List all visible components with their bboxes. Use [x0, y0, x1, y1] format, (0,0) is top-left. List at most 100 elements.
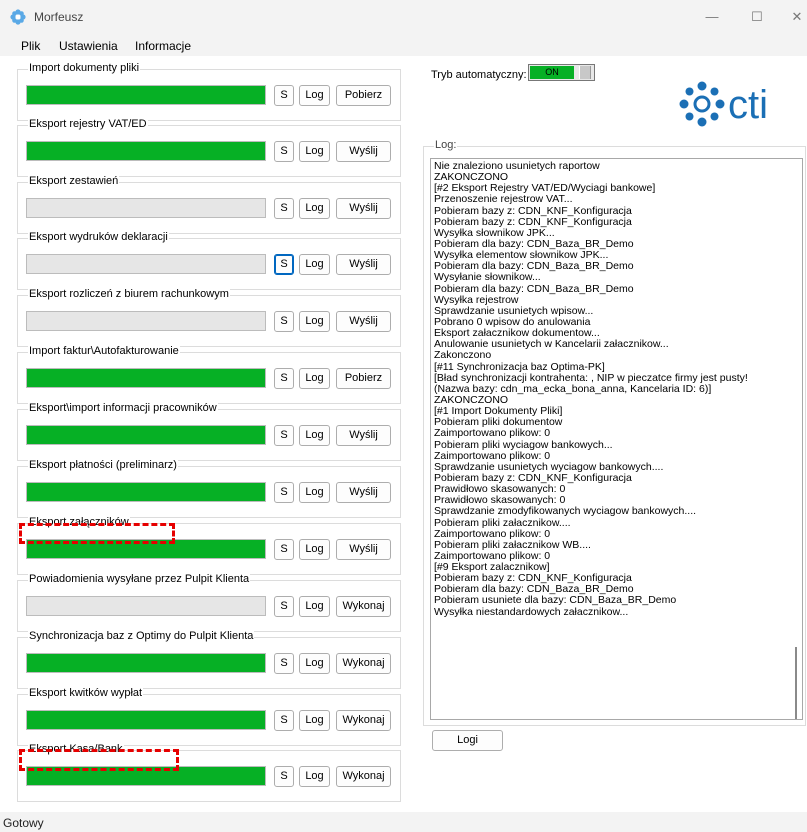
log-button[interactable]: Log	[299, 368, 330, 389]
log-line: Zaimportowano plikow: 0	[434, 427, 551, 440]
log-button[interactable]: Log	[299, 311, 330, 332]
log-button[interactable]: Log	[299, 254, 330, 275]
cti-logo: cti	[676, 78, 807, 130]
logi-button[interactable]: Logi	[432, 730, 503, 751]
action-button[interactable]: Wyślij	[336, 254, 391, 275]
settings-s-button[interactable]: S	[274, 85, 294, 106]
toggle-knob[interactable]	[579, 66, 591, 79]
annotation-highlight-zalacznikow	[19, 523, 175, 544]
log-scroll-thumb[interactable]	[795, 647, 797, 719]
log-button[interactable]: Log	[299, 141, 330, 162]
log-line: Pobieram pliki wyciagow bankowych...	[434, 438, 613, 451]
auto-mode-label: Tryb automatyczny:	[431, 69, 527, 81]
task-group: Powiadomienia wysyłane przez Pulpit Klie…	[17, 573, 401, 632]
task-group-label: Powiadomienia wysyłane przez Pulpit Klie…	[28, 573, 251, 585]
log-line: [#11 Synchronizacja baz Optima-PK]	[434, 360, 605, 373]
log-line: Pobieram pliki załacznikow....	[434, 516, 571, 529]
task-group-label: Import faktur\Autofakturowanie	[28, 345, 180, 357]
task-group: Eksport kwitków wypłat S Log Wykonaj	[17, 687, 401, 746]
progress-bar	[26, 198, 266, 218]
log-button[interactable]: Log	[299, 198, 330, 219]
action-button[interactable]: Wykonaj	[336, 596, 391, 617]
progress-bar	[26, 710, 266, 730]
log-line: Wysyłanie słownikow...	[434, 271, 541, 284]
action-button[interactable]: Wyślij	[336, 198, 391, 219]
log-button[interactable]: Log	[299, 766, 330, 787]
toggle-on-label: ON	[530, 66, 574, 79]
task-group: Import dokumenty pliki S Log Pobierz	[17, 62, 401, 121]
progress-bar	[26, 85, 266, 105]
auto-mode-toggle[interactable]: ON	[528, 64, 595, 81]
maximize-button[interactable]: ☐	[742, 6, 772, 28]
task-group-label: Eksport rejestry VAT/ED	[28, 118, 148, 130]
menu-ustawienia[interactable]: Ustawienia	[59, 39, 118, 53]
action-button[interactable]: Wyślij	[336, 425, 391, 446]
log-line: Sprawdzanie zmodyfikowanych wyciagow ban…	[434, 505, 697, 518]
action-button[interactable]: Wykonaj	[336, 766, 391, 787]
task-group-label: Eksport zestawień	[28, 175, 120, 187]
action-button[interactable]: Wyślij	[336, 311, 391, 332]
log-textbox[interactable]: Nie znaleziono usunietych raportow ZAKONC…	[430, 158, 803, 720]
settings-s-button[interactable]: S	[274, 311, 294, 332]
settings-s-button[interactable]: S	[274, 141, 294, 162]
log-button[interactable]: Log	[299, 85, 330, 106]
status-text: Gotowy	[3, 816, 44, 830]
action-button[interactable]: Wyślij	[336, 539, 391, 560]
log-scrollbar[interactable]	[792, 161, 800, 719]
log-lines: Nie znaleziono usunietych raportow ZAKONC…	[434, 160, 786, 618]
action-button[interactable]: Wyślij	[336, 482, 391, 503]
title-bar	[0, 0, 807, 34]
task-group-label: Eksport\import informacji pracowników	[28, 402, 218, 414]
log-line: Wysyłka niestandardowych załacznikow...	[434, 605, 629, 618]
progress-bar	[26, 596, 266, 616]
task-group-label: Import dokumenty pliki	[28, 62, 141, 74]
log-button[interactable]: Log	[299, 710, 330, 731]
task-group: Eksport rejestry VAT/ED S Log Wyślij	[17, 118, 401, 177]
log-button[interactable]: Log	[299, 539, 330, 560]
annotation-highlight-kasa-bank	[19, 749, 179, 771]
progress-bar	[26, 141, 266, 161]
log-line: Pobieram usuniete dla bazy: CDN_Baza_BR_…	[434, 594, 677, 607]
log-button[interactable]: Log	[299, 482, 330, 503]
action-button[interactable]: Pobierz	[336, 85, 391, 106]
task-group-label: Synchronizacja baz z Optimy do Pulpit Kl…	[28, 630, 255, 642]
settings-s-button[interactable]: S	[274, 254, 294, 275]
settings-s-button[interactable]: S	[274, 482, 294, 503]
settings-s-button[interactable]: S	[274, 710, 294, 731]
log-button[interactable]: Log	[299, 596, 330, 617]
action-button[interactable]: Pobierz	[336, 368, 391, 389]
progress-bar	[26, 653, 266, 673]
log-caption: Log:	[434, 139, 458, 151]
settings-s-button[interactable]: S	[274, 198, 294, 219]
settings-s-button[interactable]: S	[274, 653, 294, 674]
minimize-button[interactable]: —	[697, 6, 727, 28]
settings-s-button[interactable]: S	[274, 766, 294, 787]
menu-bar	[0, 34, 807, 56]
log-button[interactable]: Log	[299, 425, 330, 446]
progress-bar	[26, 482, 266, 502]
action-button[interactable]: Wykonaj	[336, 710, 391, 731]
window-title: Morfeusz	[34, 10, 84, 24]
settings-s-button[interactable]: S	[274, 596, 294, 617]
task-group-label: Eksport wydruków deklaracji	[28, 231, 169, 243]
settings-s-button[interactable]: S	[274, 425, 294, 446]
progress-bar	[26, 368, 266, 388]
task-group-label: Eksport płatności (preliminarz)	[28, 459, 178, 471]
task-group: Eksport\import informacji pracowników S Lo…	[17, 402, 401, 461]
logo-emblem-icon	[679, 81, 725, 127]
settings-s-button[interactable]: S	[274, 368, 294, 389]
action-button[interactable]: Wykonaj	[336, 653, 391, 674]
log-line: Zakonczono	[434, 349, 492, 362]
settings-s-button[interactable]: S	[274, 539, 294, 560]
menu-plik[interactable]: Plik	[21, 39, 40, 53]
menu-informacje[interactable]: Informacje	[135, 39, 191, 53]
status-bar	[0, 812, 807, 832]
task-group: Eksport rozliczeń z biurem rachunkowym S L…	[17, 288, 401, 347]
log-line: Przenoszenie rejestrow VAT...	[434, 193, 573, 206]
gear-flower-icon	[10, 9, 26, 25]
log-button[interactable]: Log	[299, 653, 330, 674]
action-button[interactable]: Wyślij	[336, 141, 391, 162]
progress-bar	[26, 425, 266, 445]
task-group: Synchronizacja baz z Optimy do Pulpit Kl…	[17, 630, 401, 689]
close-button[interactable]: ✕	[782, 6, 807, 28]
